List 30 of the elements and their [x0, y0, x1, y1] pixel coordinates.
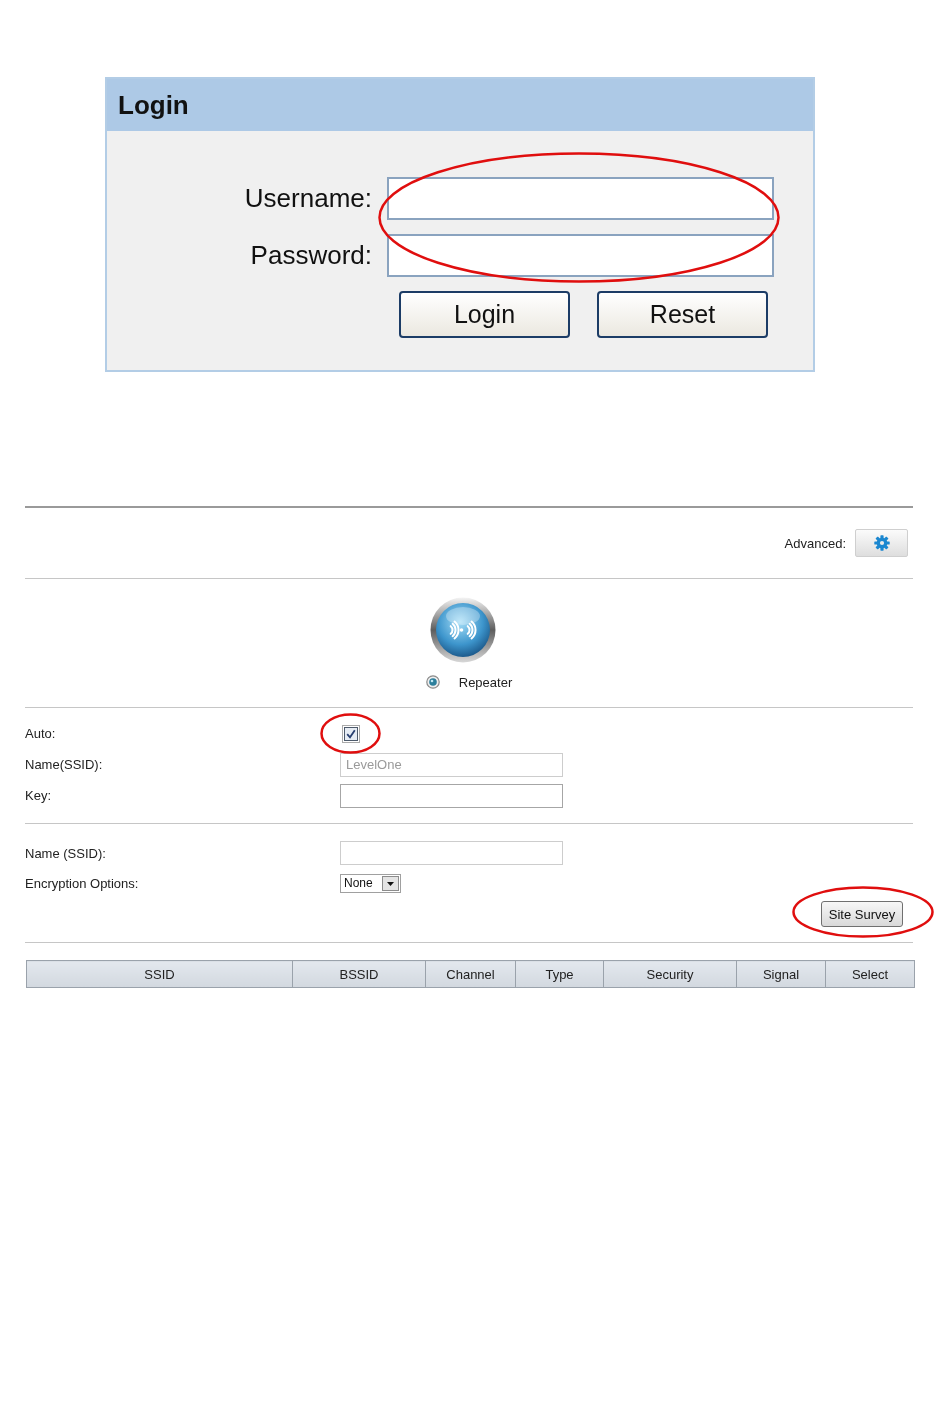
field-label: Key: [25, 788, 52, 803]
form-button[interactable]: Login [399, 291, 570, 338]
dropdown-field[interactable]: None [340, 873, 401, 893]
caret-icon [382, 875, 399, 891]
field-label: Name(SSID): [25, 757, 104, 772]
column-header: Select [825, 960, 915, 988]
field-label: Password: [249, 240, 372, 271]
password-field[interactable] [387, 234, 774, 277]
advanced-label: Advanced: [784, 535, 846, 551]
column-header: Type [515, 960, 604, 988]
checkbox[interactable] [342, 724, 360, 743]
wireless-signal-icon [429, 597, 496, 663]
site-survey-button[interactable]: Site Survey [821, 901, 903, 927]
text-field[interactable] [340, 783, 563, 808]
panel-title: Login [118, 92, 189, 118]
column-header: Signal [736, 960, 826, 988]
mode-label: Repeater [458, 674, 513, 690]
column-header: SSID [26, 960, 293, 988]
column-header: Channel [425, 960, 516, 988]
field-label: Name (SSID): [25, 845, 107, 861]
column-header: BSSID [292, 960, 426, 988]
field-label: Auto: [25, 726, 57, 741]
field-label: Username: [243, 183, 372, 214]
username-field[interactable] [387, 177, 774, 220]
advanced-settings-button[interactable] [855, 529, 908, 557]
radio-button[interactable] [425, 675, 440, 689]
settings-icon [873, 535, 890, 551]
form-button[interactable]: Reset [597, 291, 768, 338]
column-header: Security [603, 960, 737, 988]
field-label: Encryption Options: [25, 875, 140, 891]
